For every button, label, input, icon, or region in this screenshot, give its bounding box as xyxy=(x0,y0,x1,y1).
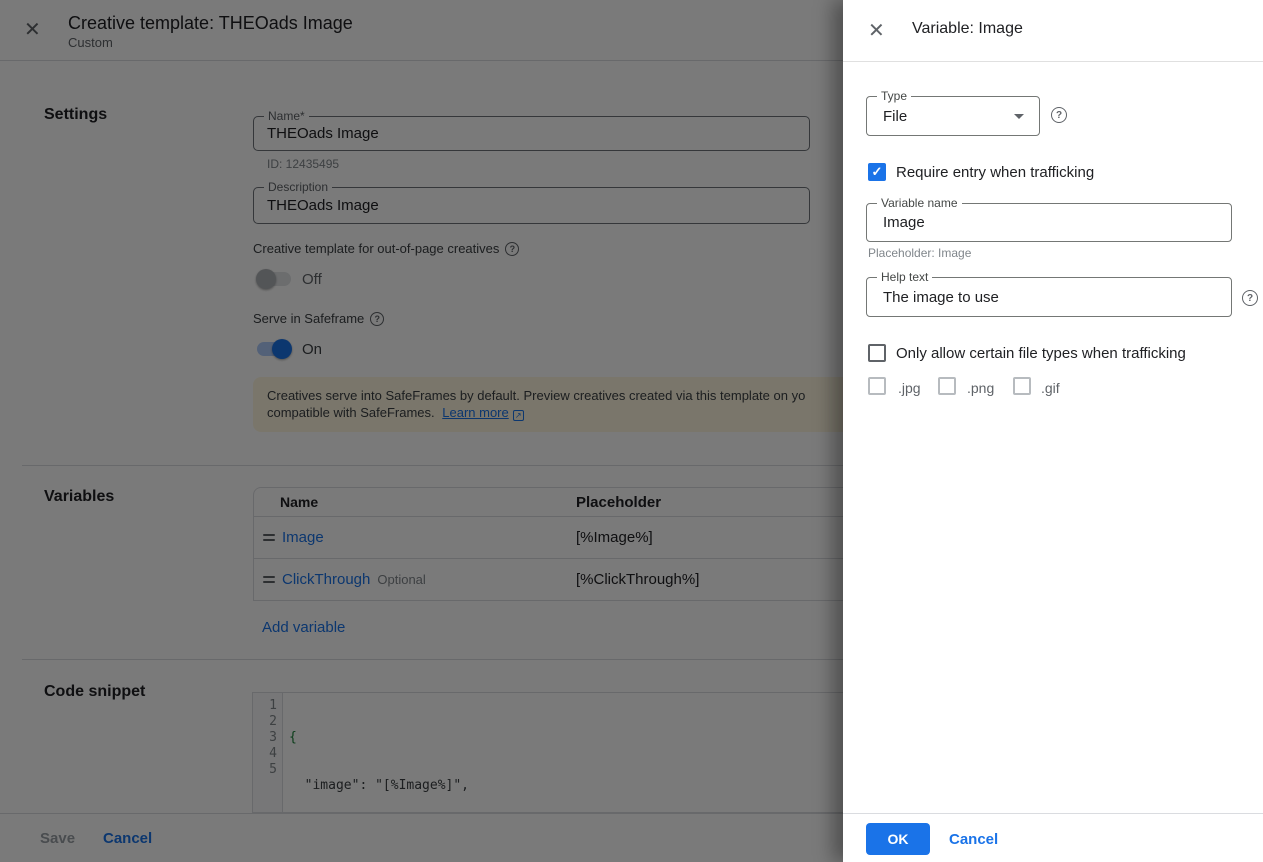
png-checkbox xyxy=(938,377,956,395)
chevron-down-icon xyxy=(1014,114,1024,119)
help-text-field[interactable]: Help text The image to use xyxy=(866,277,1232,317)
screen: ✕ Creative template: THEOads Image Custo… xyxy=(0,0,1263,862)
jpg-label: .jpg xyxy=(898,379,921,397)
type-select-value: File xyxy=(883,97,1031,135)
require-entry-checkbox[interactable]: ✓ xyxy=(868,163,886,181)
panel-close-icon[interactable]: ✕ xyxy=(868,21,885,41)
type-help-icon[interactable]: ? xyxy=(1051,107,1067,123)
variable-edit-panel: ✕ Variable: Image Type File ? ✓ Require … xyxy=(843,0,1263,862)
only-file-types-checkbox[interactable] xyxy=(868,344,886,362)
gif-label: .gif xyxy=(1041,379,1060,397)
check-icon: ✓ xyxy=(872,164,883,180)
require-entry-label: Require entry when trafficking xyxy=(896,164,1094,182)
panel-header: ✕ Variable: Image xyxy=(843,0,1263,62)
variable-name-value: Image xyxy=(883,204,1223,241)
help-text-value: The image to use xyxy=(883,278,1223,316)
variable-name-field[interactable]: Variable name Image xyxy=(866,203,1232,242)
panel-footer: OK Cancel xyxy=(843,813,1263,862)
png-label: .png xyxy=(967,379,994,397)
variable-name-helper: Placeholder: Image xyxy=(868,246,971,260)
jpg-checkbox xyxy=(868,377,886,395)
only-file-types-label: Only allow certain file types when traff… xyxy=(896,345,1186,363)
gif-checkbox xyxy=(1013,377,1031,395)
panel-cancel-button[interactable]: Cancel xyxy=(949,831,998,848)
ok-button[interactable]: OK xyxy=(866,823,930,855)
help-text-help-icon[interactable]: ? xyxy=(1242,290,1258,306)
panel-title: Variable: Image xyxy=(912,20,1023,38)
type-select[interactable]: Type File xyxy=(866,96,1040,136)
